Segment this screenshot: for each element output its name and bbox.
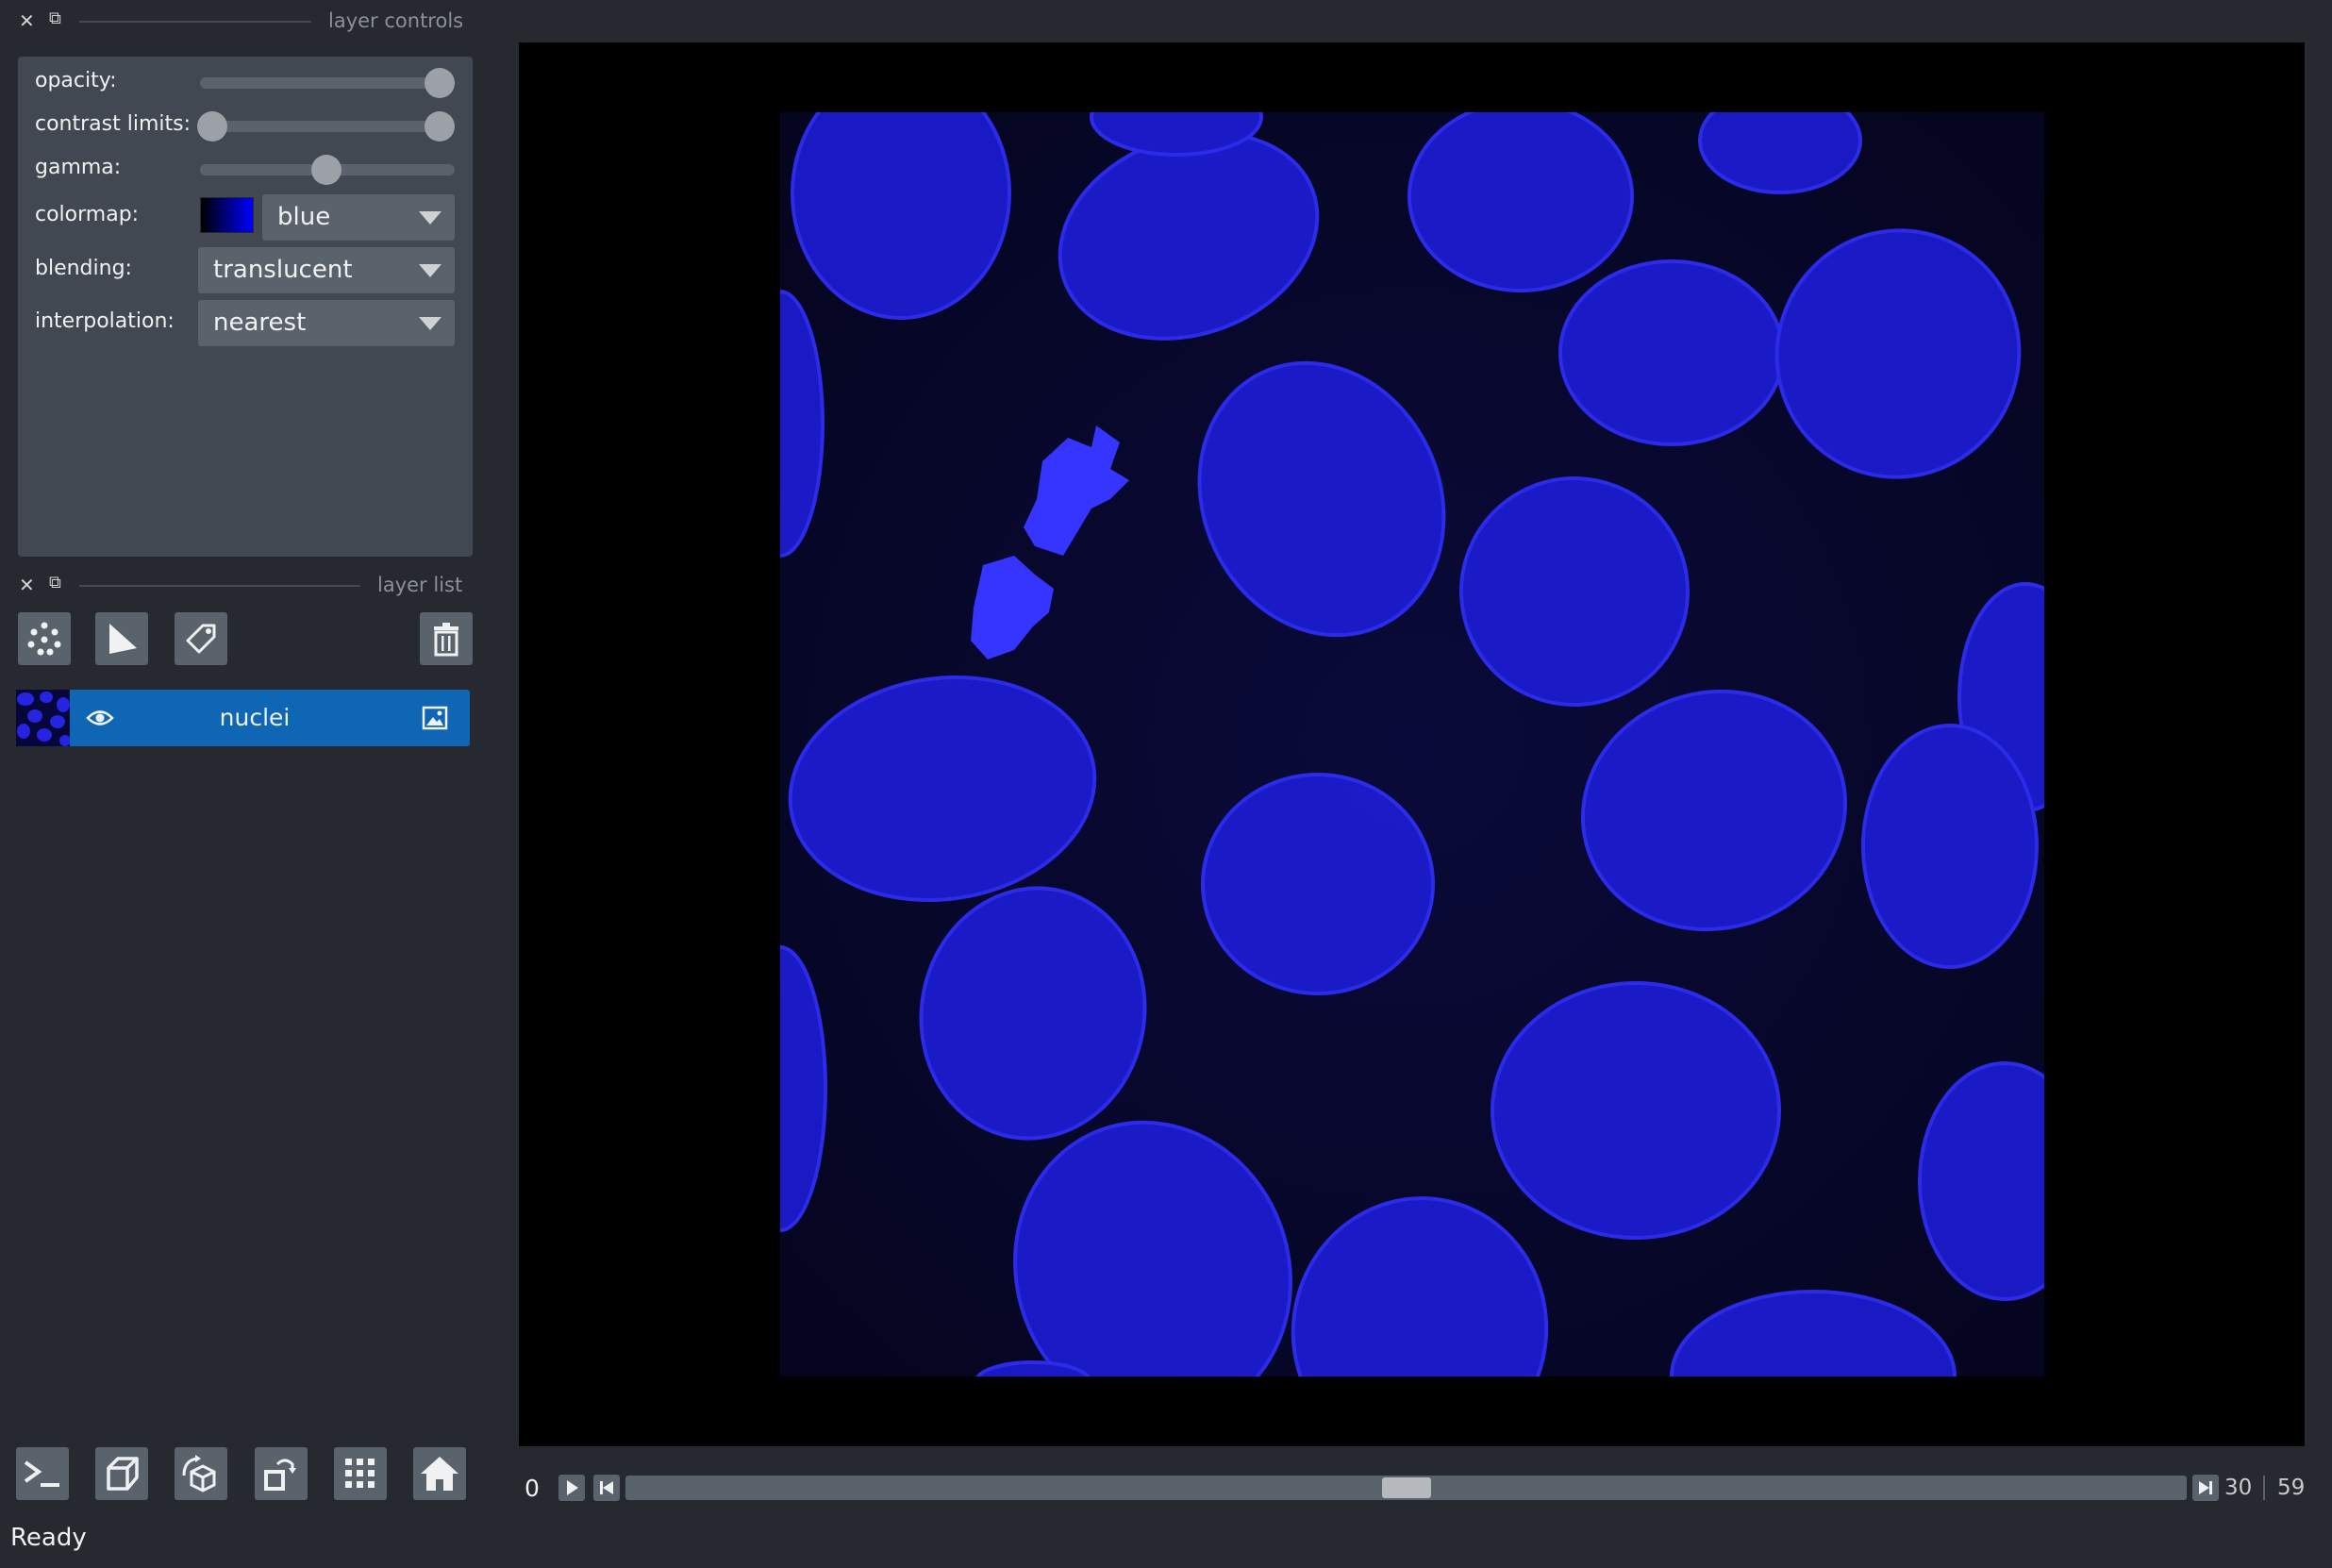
grid-view-button[interactable]: [334, 1447, 387, 1500]
contrast-limits-max-handle[interactable]: [425, 111, 455, 142]
colormap-label: colormap:: [35, 203, 140, 226]
layer-list-title-line: [79, 585, 360, 587]
colormap-preview: [200, 197, 254, 233]
home-button[interactable]: [413, 1447, 466, 1500]
current-step-label: 0: [525, 1475, 540, 1502]
chevron-down-icon: [419, 211, 441, 225]
opacity-slider[interactable]: [200, 77, 455, 89]
image-layer-icon: [422, 706, 448, 730]
console-button[interactable]: [16, 1447, 69, 1500]
gamma-slider-handle[interactable]: [311, 155, 341, 185]
interpolation-dropdown[interactable]: nearest: [198, 300, 455, 346]
chevron-down-icon: [419, 264, 441, 277]
layer-controls-title: layer controls: [328, 9, 464, 32]
step-forward-button[interactable]: [2192, 1475, 2219, 1501]
close-controls-icon[interactable]: ✕: [19, 11, 35, 30]
delete-layer-button[interactable]: [420, 612, 473, 665]
contrast-limits-label: contrast limits:: [35, 112, 191, 136]
new-labels-layer-button[interactable]: [175, 612, 227, 665]
labels-tag-icon: [186, 624, 216, 654]
viewer-canvas[interactable]: [519, 42, 2305, 1446]
trash-icon: [434, 623, 458, 657]
chevron-down-icon: [419, 317, 441, 330]
layer-list-title: layer list: [377, 574, 463, 596]
grid-icon: [345, 1459, 375, 1488]
nuclei-image: [780, 112, 2044, 1376]
step-back-button[interactable]: [593, 1475, 620, 1501]
layer-name[interactable]: nuclei: [70, 690, 440, 746]
skip-back-icon: [600, 1481, 613, 1494]
shapes-icon: [109, 624, 137, 654]
colormap-dropdown[interactable]: blue: [262, 194, 455, 241]
gamma-label: gamma:: [35, 156, 122, 179]
colormap-value: blue: [277, 203, 331, 231]
float-layer-list-icon[interactable]: ⧉: [49, 574, 61, 592]
home-icon: [421, 1457, 458, 1491]
dims-max-value: 59: [2277, 1476, 2306, 1500]
play-icon: [567, 1480, 578, 1495]
blending-dropdown[interactable]: translucent: [198, 247, 455, 293]
dims-separator: [2263, 1476, 2265, 1500]
contrast-limits-min-handle[interactable]: [197, 111, 227, 142]
skip-forward-icon: [2199, 1481, 2212, 1494]
contrast-limits-slider[interactable]: [200, 121, 455, 132]
new-points-layer-button[interactable]: [18, 612, 71, 665]
float-controls-icon[interactable]: ⧉: [49, 9, 61, 28]
status-text: Ready: [10, 1524, 87, 1552]
close-layer-list-icon[interactable]: ✕: [19, 575, 35, 594]
transpose-dims-icon: [264, 1459, 296, 1491]
opacity-label: opacity:: [35, 69, 117, 92]
play-button[interactable]: [558, 1475, 585, 1501]
interpolation-label: interpolation:: [35, 309, 175, 333]
transpose-dims-button[interactable]: [255, 1447, 308, 1500]
new-shapes-layer-button[interactable]: [95, 612, 148, 665]
roll-dims-icon: [182, 1455, 216, 1493]
layer-item-nuclei[interactable]: nuclei: [16, 690, 470, 746]
blending-value: translucent: [213, 256, 353, 284]
dims-slider-handle[interactable]: [1381, 1477, 1431, 1498]
points-icon: [27, 622, 61, 656]
ndisplay-3d-button[interactable]: [95, 1447, 148, 1500]
layer-thumbnail: [16, 690, 70, 746]
dims-slider[interactable]: [625, 1476, 2187, 1500]
blending-label: blending:: [35, 257, 132, 280]
opacity-slider-handle[interactable]: [425, 68, 455, 98]
ndisplay-3d-icon: [107, 1457, 139, 1491]
dims-position-value[interactable]: 30: [2224, 1476, 2252, 1500]
console-icon: [24, 1460, 59, 1487]
layer-controls-panel: opacity: contrast limits: gamma: colorma…: [18, 57, 473, 557]
roll-dims-button[interactable]: [175, 1447, 227, 1500]
interpolation-value: nearest: [213, 309, 307, 337]
controls-title-line: [79, 21, 311, 23]
